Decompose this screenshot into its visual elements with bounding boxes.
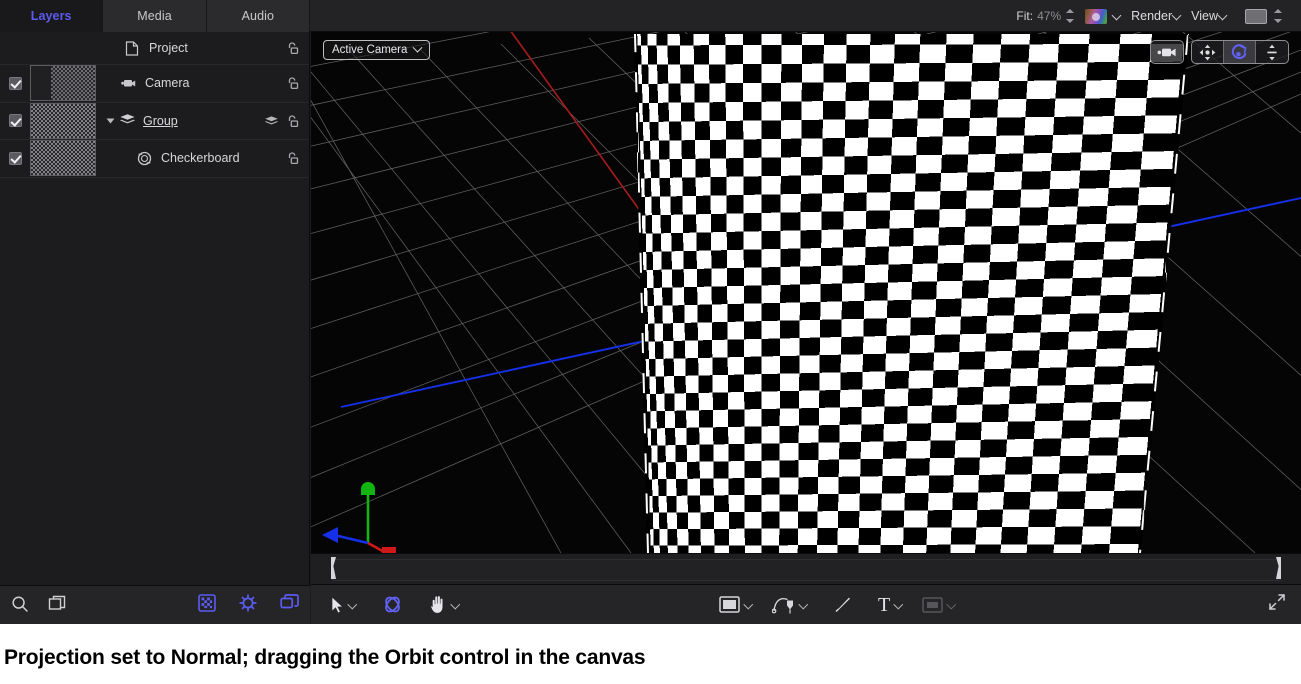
paint-tool[interactable] [833, 595, 852, 614]
pan-tool-group [429, 595, 463, 614]
fit-value[interactable]: 47% [1037, 9, 1061, 23]
behaviors-icon[interactable] [238, 593, 258, 618]
lock-open-icon[interactable] [285, 41, 299, 55]
bezier-tool[interactable] [772, 595, 795, 615]
chevron-down-icon[interactable] [800, 601, 807, 608]
chevron-down-icon [948, 601, 955, 608]
text-tool-group: T [878, 595, 906, 615]
view-mode-box-icon[interactable] [1245, 8, 1267, 24]
layer-name: Project [149, 41, 188, 55]
bezier-tool-group [772, 595, 811, 615]
camera-view-group [1150, 40, 1184, 64]
scrubber-track[interactable] [331, 559, 1281, 581]
canvas-bottom-toolbar: T [311, 585, 1301, 624]
group-stack-icon[interactable] [264, 114, 279, 127]
checkerboard-background-icon[interactable] [198, 593, 216, 617]
document-icon [125, 40, 142, 56]
layers-panel: Project Camera Group Checkerboard [0, 32, 310, 585]
active-camera-selector[interactable]: Active Camera [323, 40, 431, 60]
chevron-down-icon[interactable] [1219, 12, 1228, 21]
chevron-down-icon[interactable] [1173, 12, 1182, 21]
chevron-down-icon[interactable] [452, 601, 459, 608]
mask-tool-group [922, 596, 959, 613]
chevron-down-icon[interactable] [745, 601, 752, 608]
out-point-marker[interactable] [1275, 557, 1282, 579]
new-group-icon[interactable] [47, 594, 69, 616]
chevron-down-icon[interactable] [349, 601, 356, 608]
resize-diagonal-icon[interactable] [1267, 592, 1287, 617]
layer-name[interactable]: Group [143, 114, 178, 128]
tab-media[interactable]: Media [103, 0, 207, 32]
top-toolbar: Layers Media Audio Fit: 47% Render View [0, 0, 1301, 32]
screenshot-root: Layers Media Audio Fit: 47% Render View [0, 0, 1301, 684]
dolly-3d-button[interactable] [1256, 41, 1288, 63]
layer-name: Camera [145, 76, 190, 91]
shape-tool-group [719, 596, 756, 613]
search-icon[interactable] [10, 594, 32, 616]
lock-open-icon[interactable] [285, 151, 299, 165]
disclosure-triangle-icon[interactable] [106, 118, 115, 124]
text-tool[interactable]: T [878, 595, 890, 615]
layer-visibility-checkbox[interactable] [0, 151, 30, 165]
layer-visibility-checkbox[interactable] [0, 114, 30, 128]
x-axis-arrow [367, 541, 396, 553]
lock-open-icon[interactable] [285, 76, 299, 90]
group-stack-icon [119, 113, 136, 128]
stepper-updown-icon[interactable] [1065, 9, 1075, 23]
orbit-tool[interactable] [382, 594, 403, 615]
chevron-down-icon[interactable] [1113, 12, 1122, 21]
pan-tool[interactable] [429, 595, 447, 614]
3d-manipulation-group [1191, 40, 1289, 64]
figure-caption: Projection set to Normal; dragging the O… [4, 646, 646, 669]
layer-row-project[interactable]: Project [0, 32, 309, 65]
canvas-view-controls [1150, 40, 1289, 64]
canvas-3d-scene [311, 32, 1301, 553]
select-tool-group [331, 595, 360, 614]
camera-view-button[interactable] [1151, 41, 1183, 63]
render-quality-swatch-icon[interactable] [1085, 8, 1108, 24]
in-point-marker[interactable] [330, 557, 337, 579]
tab-layers[interactable]: Layers [0, 0, 104, 32]
pan-3d-button[interactable] [1192, 41, 1224, 63]
shape-tool[interactable] [719, 596, 740, 613]
canvas-viewport[interactable]: Active Camera [311, 32, 1301, 553]
chevron-down-icon[interactable] [895, 601, 902, 608]
panel-tab-bar: Layers Media Audio [0, 0, 310, 32]
layer-row-checkerboard[interactable]: Checkerboard [0, 140, 309, 178]
axis-gizmo [322, 482, 396, 553]
layer-thumbnail [30, 102, 96, 139]
tab-audio[interactable]: Audio [206, 0, 310, 32]
layer-row-group[interactable]: Group [0, 102, 309, 140]
z-axis-arrow [322, 527, 369, 545]
mask-tool [922, 596, 943, 613]
canvas-scrubber[interactable] [311, 553, 1301, 585]
fit-label: Fit: [1016, 9, 1034, 23]
camera-icon [121, 76, 138, 91]
lock-open-icon[interactable] [285, 114, 299, 128]
layer-visibility-checkbox[interactable] [0, 76, 30, 90]
layer-thumbnail [30, 65, 96, 102]
stepper-updown-icon[interactable] [1273, 9, 1283, 23]
view-menu-label[interactable]: View [1191, 9, 1218, 23]
orbit-3d-button[interactable] [1224, 41, 1256, 63]
chevron-down-icon [412, 42, 423, 53]
motion-app-window: Layers Media Audio Fit: 47% Render View [0, 0, 1301, 624]
layer-row-camera[interactable]: Camera [0, 65, 309, 103]
layer-thumbnail [30, 140, 96, 177]
generator-icon [137, 151, 154, 166]
layer-name: Checkerboard [161, 151, 240, 166]
active-camera-label: Active Camera [332, 44, 408, 56]
y-axis-arrow [361, 482, 375, 543]
render-menu-label[interactable]: Render [1131, 9, 1172, 23]
select-tool[interactable] [331, 595, 344, 614]
top-toolbar-right: Fit: 47% Render View [1016, 0, 1293, 32]
duplicate-layer-icon[interactable] [280, 593, 300, 617]
layers-panel-bottom-right [198, 593, 300, 618]
layers-panel-bottom-bar [0, 585, 310, 624]
